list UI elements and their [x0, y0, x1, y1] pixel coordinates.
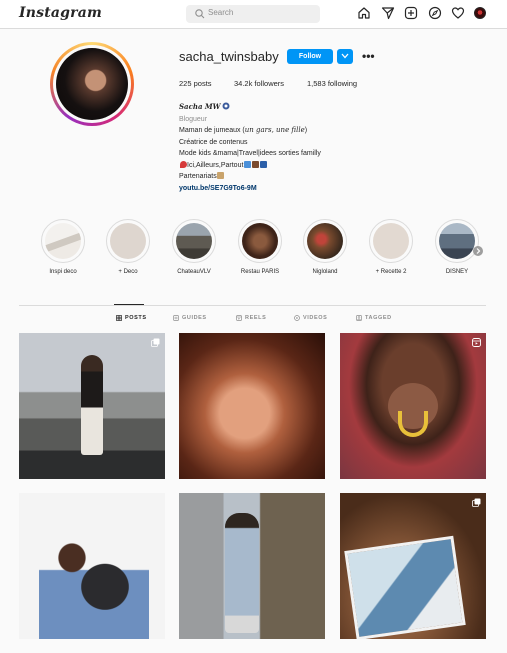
- post-tile[interactable]: [19, 333, 165, 479]
- pin-emoji-icon: [179, 160, 187, 168]
- story-highlights: Inspi deco + Deco ChateauVLV Restau PARI…: [36, 219, 486, 279]
- search-icon: [195, 9, 205, 19]
- highlight-item[interactable]: Restau PARIS: [233, 219, 287, 275]
- post-tile[interactable]: [340, 333, 486, 479]
- explore-icon[interactable]: [428, 6, 442, 20]
- tagged-icon: [356, 315, 362, 321]
- chevron-down-icon: [341, 53, 349, 59]
- highlight-item[interactable]: + Deco: [101, 219, 155, 275]
- profile-picture[interactable]: [50, 42, 134, 126]
- tabs-divider: [19, 305, 486, 306]
- bio-link[interactable]: youtu.be/SE7G9To6-9M: [179, 183, 321, 195]
- tab-guides[interactable]: GUIDES: [173, 315, 207, 321]
- highlight-item[interactable]: Nigloland: [298, 219, 352, 275]
- luggage-emoji-icon: [251, 160, 259, 168]
- posts-count: 225 posts: [179, 79, 212, 88]
- bio-line-3: Mode kids &mama|Travel|idees sorties fam…: [179, 150, 321, 157]
- profile-avatar[interactable]: [474, 7, 486, 19]
- carousel-icon: [472, 498, 481, 507]
- direct-icon[interactable]: [381, 6, 395, 20]
- reels-icon: [236, 315, 242, 321]
- profile-bio: Sacha MW Blogueur Maman de jumeaux (un g…: [179, 101, 321, 194]
- highlight-item[interactable]: ChateauVLV: [167, 219, 221, 275]
- bio-line-4: Ici,Ailleurs,Partout: [179, 160, 321, 172]
- follow-button[interactable]: Follow: [287, 49, 333, 64]
- post-tile[interactable]: [179, 333, 325, 479]
- tab-tagged[interactable]: TAGGED: [356, 315, 392, 321]
- home-icon[interactable]: [357, 6, 371, 20]
- post-tile[interactable]: [179, 493, 325, 639]
- videos-icon: [294, 315, 300, 321]
- grid-icon: [116, 315, 122, 321]
- more-options-button[interactable]: •••: [362, 49, 375, 63]
- activity-heart-icon[interactable]: [451, 6, 465, 20]
- highlight-item[interactable]: + Recette 2: [364, 219, 418, 275]
- verified-flower-icon: [222, 102, 230, 110]
- highlight-item[interactable]: Inspi deco: [36, 219, 90, 275]
- profile-category: Blogueur: [179, 115, 208, 123]
- bio-line-2: Créatrice de contenus: [179, 138, 248, 146]
- suggested-dropdown-button[interactable]: [337, 49, 353, 64]
- post-tile[interactable]: [19, 493, 165, 639]
- search-placeholder: Search: [208, 8, 234, 17]
- package-emoji-icon: [217, 172, 225, 179]
- new-post-icon[interactable]: [404, 6, 418, 20]
- tab-posts[interactable]: POSTS: [116, 315, 147, 321]
- top-nav-bar: Instagram Search: [0, 0, 507, 29]
- airplane-emoji-icon: [243, 160, 251, 168]
- instagram-logo[interactable]: Instagram: [19, 5, 102, 21]
- post-tile[interactable]: [340, 493, 486, 639]
- car-emoji-icon: [259, 160, 267, 168]
- following-count[interactable]: 1,583 following: [307, 79, 357, 88]
- profile-username: sacha_twinsbaby: [179, 49, 279, 64]
- tab-videos[interactable]: VIDEOS: [294, 315, 327, 321]
- search-box[interactable]: Search: [186, 5, 320, 23]
- carousel-icon: [151, 338, 160, 347]
- display-name: Sacha MW: [179, 102, 221, 111]
- tab-reels[interactable]: REELS: [236, 315, 266, 321]
- bio-line-5: Partenariats: [179, 171, 321, 183]
- reel-icon: [472, 338, 481, 347]
- guides-icon: [173, 315, 179, 321]
- followers-count[interactable]: 34.2k followers: [234, 79, 284, 88]
- next-highlights-arrow-icon[interactable]: [473, 246, 483, 256]
- active-tab-indicator: [114, 304, 144, 305]
- bio-line-1: Maman de jumeaux (un gars, une fille): [179, 126, 308, 134]
